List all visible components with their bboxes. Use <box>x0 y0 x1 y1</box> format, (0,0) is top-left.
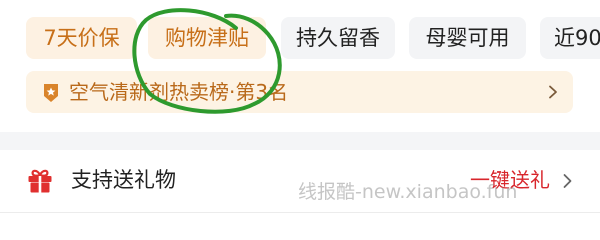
one-click-gift-link[interactable]: 一键送礼 <box>470 150 550 210</box>
chevron-right-icon <box>549 85 557 99</box>
chevron-right-icon <box>563 174 572 188</box>
medal-badge-icon <box>44 84 58 102</box>
tag-chip-price-protect[interactable]: 7天价保 <box>26 17 137 59</box>
tag-chip-long-lasting-scent[interactable]: 持久留香 <box>281 17 395 59</box>
tag-chip-baby-safe[interactable]: 母婴可用 <box>409 17 526 59</box>
tag-chip-shopping-allowance[interactable]: 购物津贴 <box>148 17 266 59</box>
gift-support-row[interactable]: 支持送礼物 一键送礼 <box>0 150 600 212</box>
gift-support-label: 支持送礼物 <box>71 168 176 192</box>
tag-chip-recent-90[interactable]: 近90 <box>540 17 600 59</box>
section-divider <box>0 132 600 150</box>
ranking-banner[interactable]: 空气清新剂热卖榜·第3名 <box>26 71 573 113</box>
ranking-text: 空气清新剂热卖榜·第3名 <box>69 80 289 104</box>
tag-chip-row: 7天价保 购物津贴 持久留香 母婴可用 近90 <box>0 0 600 72</box>
gift-box-icon <box>28 169 52 193</box>
row-divider <box>0 212 600 213</box>
